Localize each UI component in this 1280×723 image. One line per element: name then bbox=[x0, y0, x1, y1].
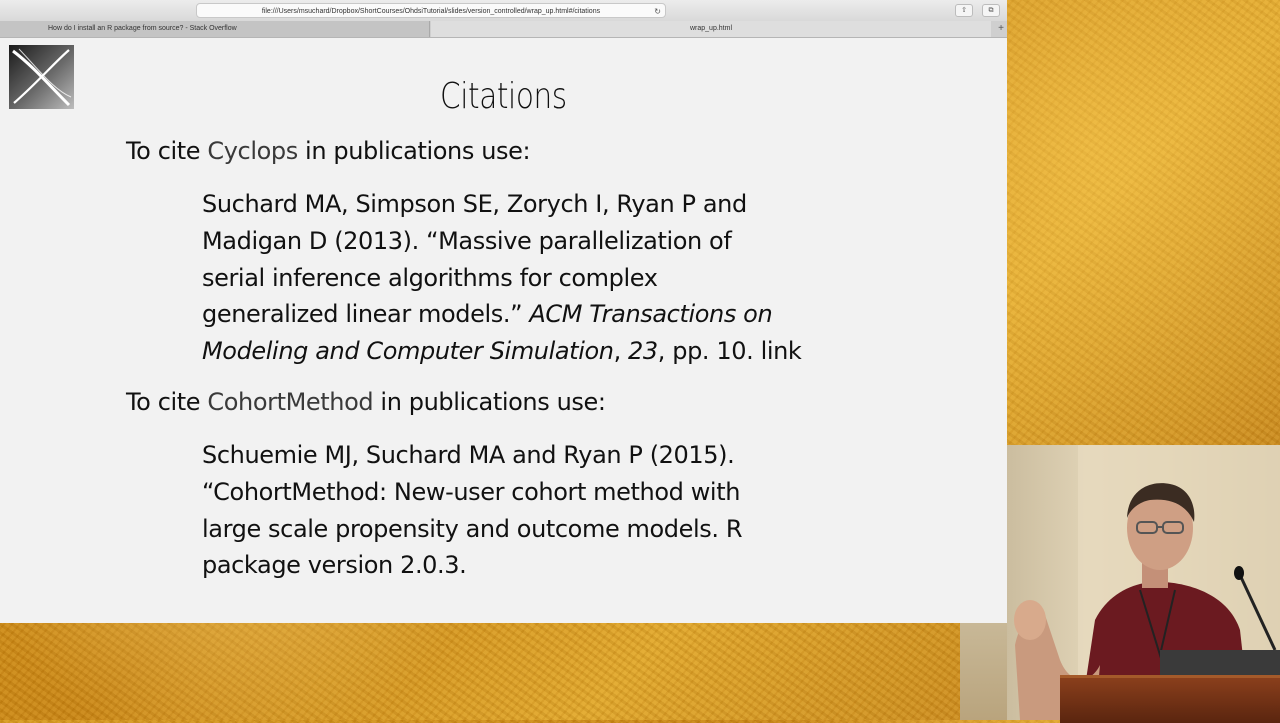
citation-line: large scale propensity and outcome model… bbox=[202, 514, 743, 543]
new-tab-icon[interactable]: + bbox=[998, 21, 1004, 37]
citation-line: serial inference algorithms for complex bbox=[202, 263, 658, 292]
address-bar[interactable]: file:///Users/msuchard/Dropbox/ShortCour… bbox=[196, 3, 666, 18]
tab-wrap-up[interactable]: wrap_up.html bbox=[431, 21, 991, 37]
journal-name-cont: Modeling and Computer Simulation bbox=[202, 337, 614, 366]
tab-label: How do I install an R package from sourc… bbox=[48, 25, 237, 32]
lead-suffix: in publications use: bbox=[297, 137, 531, 165]
citation-line: Madigan D (2013). “Massive parallelizati… bbox=[202, 226, 732, 255]
lead-prefix: To cite bbox=[126, 388, 208, 416]
presentation-screen: file:///Users/msuchard/Dropbox/ShortCour… bbox=[0, 0, 1007, 623]
url-text: file:///Users/msuchard/Dropbox/ShortCour… bbox=[261, 8, 601, 15]
tab-stack-overflow[interactable]: How do I install an R package from sourc… bbox=[0, 21, 430, 37]
browser-toolbar: file:///Users/msuchard/Dropbox/ShortCour… bbox=[0, 0, 1007, 22]
slide-title: Citations bbox=[440, 76, 567, 117]
citation-line: Schuemie MJ, Suchard MA and Ryan P (2015… bbox=[202, 441, 735, 469]
package-name: Cyclops bbox=[207, 137, 298, 165]
podium bbox=[1060, 675, 1280, 723]
package-name: CohortMethod bbox=[207, 388, 374, 416]
slide: Citations To cite Cyclops in publication… bbox=[0, 38, 1007, 623]
cite-lead-cyclops: To cite Cyclops in publications use: bbox=[126, 137, 531, 165]
journal-name: ACM Transactions on bbox=[529, 300, 773, 329]
citation-cyclops: Suchard MA, Simpson SE, Zorych I, Ryan P… bbox=[202, 186, 842, 370]
citation-cohortmethod: Schuemie MJ, Suchard MA and Ryan P (2015… bbox=[202, 437, 842, 584]
citation-line: package version 2.0.3. bbox=[202, 551, 467, 580]
tab-label: wrap_up.html bbox=[689, 25, 733, 32]
pages-link: , pp. 10. link bbox=[657, 337, 802, 366]
citation-line: Suchard MA, Simpson SE, Zorych I, Ryan P… bbox=[202, 190, 747, 218]
citation-line: generalized linear models.” bbox=[202, 300, 523, 329]
tabs-overview-icon[interactable]: ⧉ bbox=[982, 4, 1000, 17]
share-icon[interactable]: ⇧ bbox=[955, 4, 973, 17]
volume: 23 bbox=[628, 337, 658, 366]
cite-lead-cohortmethod: To cite CohortMethod in publications use… bbox=[126, 388, 606, 416]
ohdsi-logo bbox=[9, 45, 74, 109]
tab-bar: How do I install an R package from sourc… bbox=[0, 21, 1007, 38]
lead-prefix: To cite bbox=[126, 137, 208, 165]
lead-suffix: in publications use: bbox=[373, 388, 606, 416]
citation-line: “CohortMethod: New-user cohort method wi… bbox=[202, 477, 741, 506]
reload-icon[interactable]: ↻ bbox=[654, 4, 661, 19]
